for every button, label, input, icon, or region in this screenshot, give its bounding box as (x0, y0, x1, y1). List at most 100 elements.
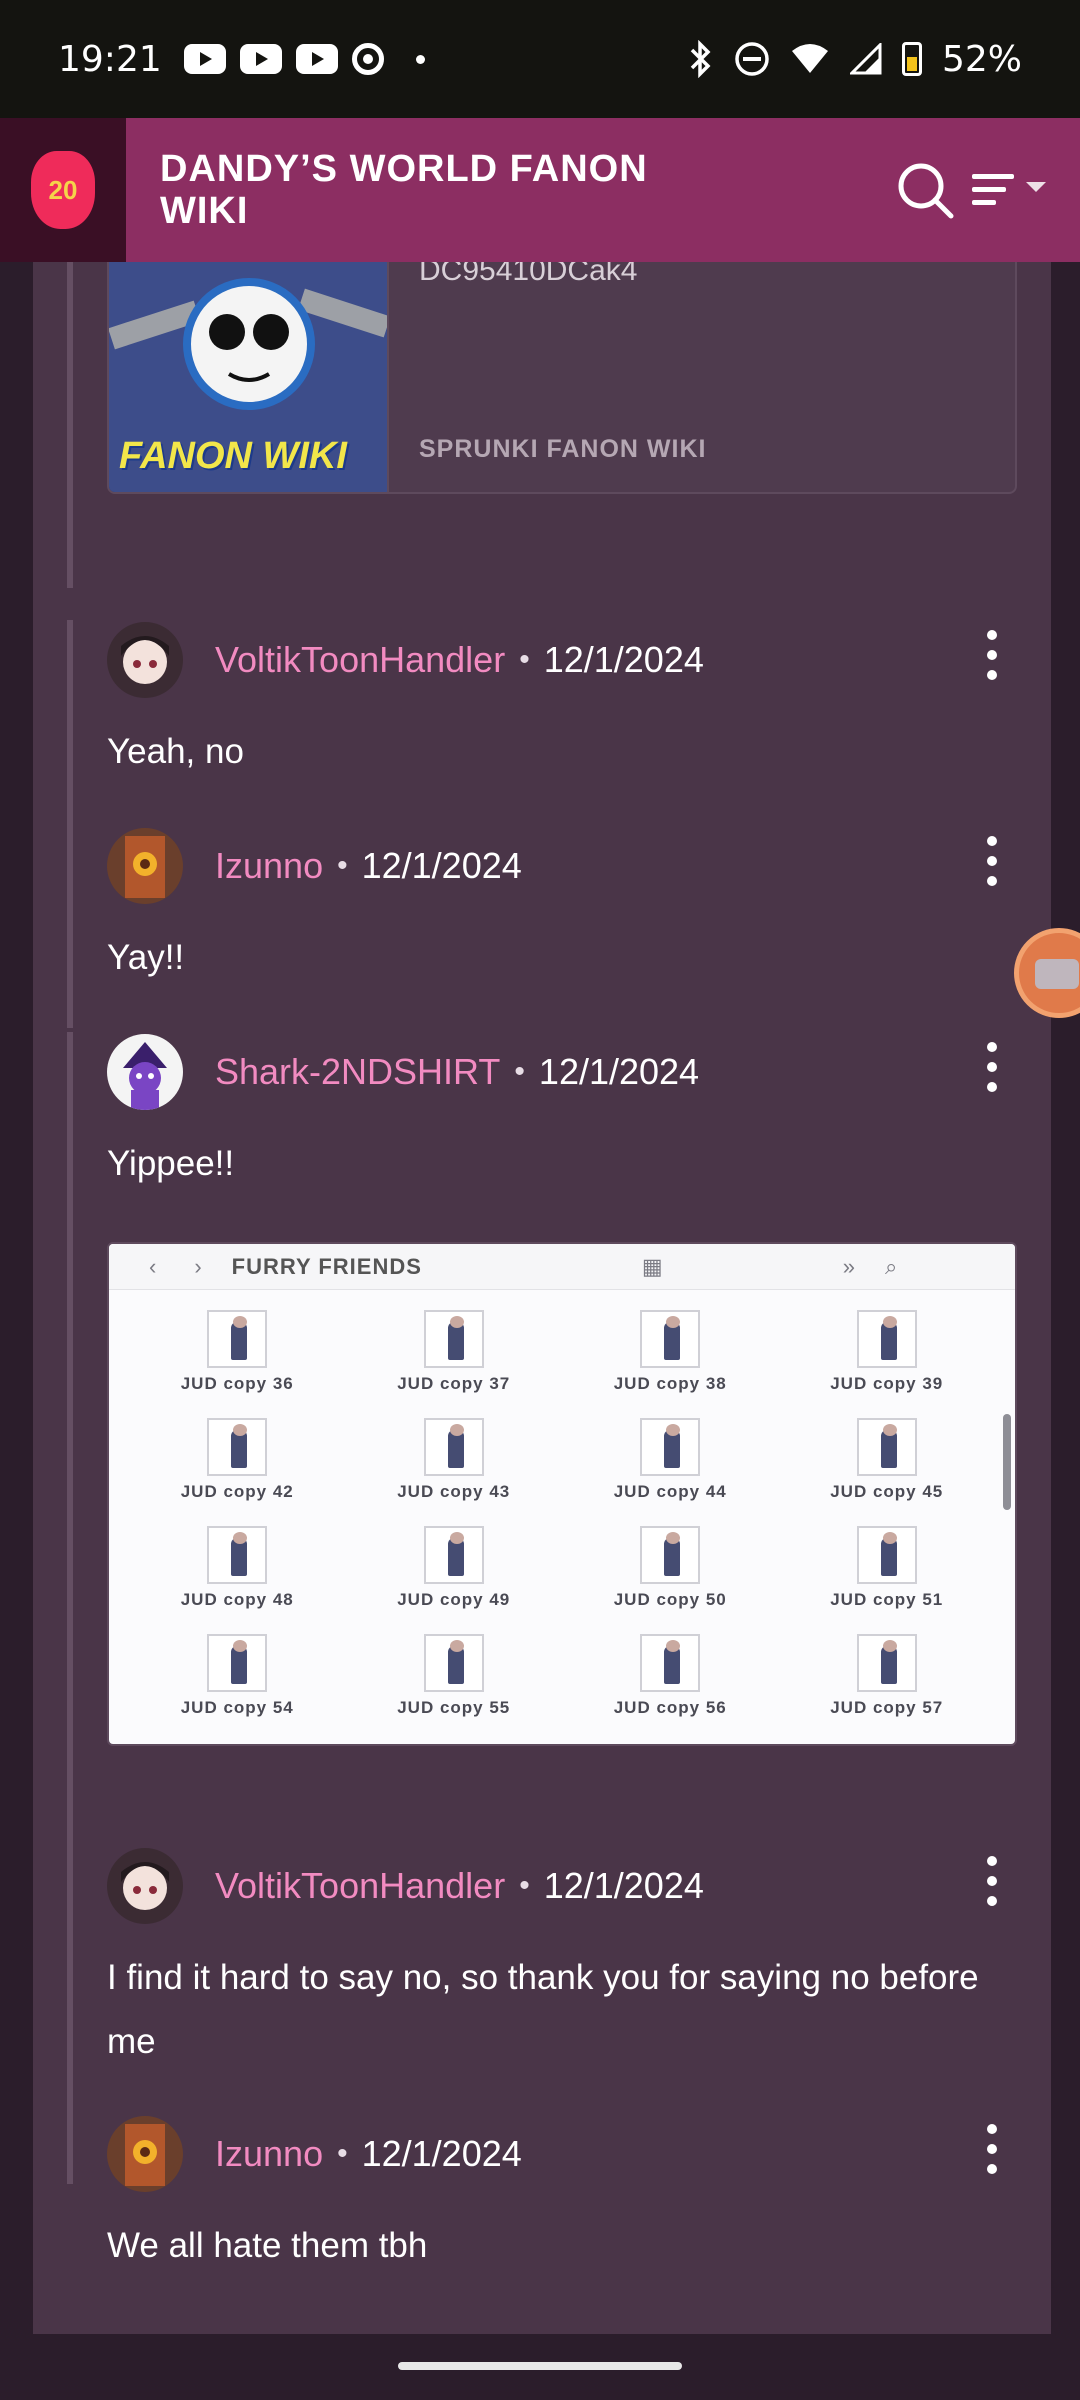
comment-text: Yeah, no (107, 732, 244, 771)
file-thumbnail (207, 1634, 268, 1692)
comment-item: Shark-2NDSHIRT • 12/1/2024 Yippee!! (107, 1032, 1017, 1196)
battery-percent: 52% (941, 38, 1022, 80)
chrome-icon (351, 43, 384, 75)
link-preview-title: DC95410DCak4 (419, 262, 638, 287)
comment-date: 12/1/2024 (361, 2133, 522, 2174)
comment-author[interactable]: Izunno (215, 845, 323, 887)
link-preview-source: SPRUNKI FANON WIKI (419, 435, 707, 463)
file-item: JUD copy 38 (562, 1310, 779, 1418)
link-preview-card[interactable]: FANON WIKI DC95410DCak4 SPRUNKI FANON WI… (107, 262, 1017, 494)
comment-author[interactable]: Izunno (215, 2133, 323, 2175)
more-options-button[interactable] (977, 2124, 1007, 2174)
avatar[interactable] (107, 1034, 183, 1110)
file-name: JUD copy 51 (830, 1590, 944, 1609)
finder-toolbar: ‹ › FURRY FRIENDS ▦ » ⌕ (109, 1244, 1015, 1290)
menu-button[interactable] (960, 155, 1060, 225)
scrollbar (1003, 1414, 1011, 1510)
status-time: 19:21 (58, 38, 162, 80)
file-item: JUD copy 56 (562, 1634, 779, 1742)
more-options-button[interactable] (977, 836, 1007, 886)
file-name: JUD copy 44 (613, 1482, 727, 1501)
gesture-nav-handle[interactable] (398, 2362, 682, 2370)
avatar[interactable] (107, 1848, 183, 1924)
comments-section: FANON WIKI DC95410DCak4 SPRUNKI FANON WI… (33, 262, 1051, 2334)
separator-dot: • (514, 1055, 525, 1088)
wiki-header: 20 DANDY’S WORLD FANON WIKI (0, 118, 1080, 262)
file-item: JUD copy 44 (562, 1418, 779, 1526)
file-thumbnail (856, 1418, 917, 1476)
file-name: JUD copy 54 (180, 1698, 294, 1717)
comment-date: 12/1/2024 (543, 639, 704, 680)
signal-icon (849, 43, 882, 75)
do-not-disturb-icon (735, 42, 769, 76)
status-bar: 19:21 52% (0, 0, 1080, 118)
comment-item: VoltikToonHandler • 12/1/2024 Yeah, no (107, 620, 1017, 784)
comment-text: Yay!! (107, 938, 185, 977)
battery-icon (901, 42, 922, 76)
flame-logo-icon: 20 (31, 151, 95, 229)
thread-line (67, 262, 73, 588)
folder-title: FURRY FRIENDS (231, 1253, 422, 1279)
thumbnail-text: FANON WIKI (119, 435, 347, 477)
fandom-logo[interactable]: 20 (0, 118, 126, 262)
file-grid: JUD copy 36 JUD copy 37 JUD copy 38 JUD cop… (109, 1290, 1015, 1742)
bluetooth-icon (690, 40, 711, 78)
separator-dot: • (337, 2137, 348, 2170)
file-item: JUD copy 55 (346, 1634, 563, 1742)
back-arrow-icon: ‹ (149, 1253, 157, 1279)
forward-arrow-icon: › (194, 1253, 202, 1279)
search-icon: ⌕ (884, 1253, 898, 1279)
avatar[interactable] (107, 622, 183, 698)
wiki-title[interactable]: DANDY’S WORLD FANON WIKI (160, 148, 720, 232)
file-thumbnail (640, 1310, 701, 1368)
file-name: JUD copy 49 (397, 1590, 511, 1609)
search-button[interactable] (890, 155, 960, 225)
avatar[interactable] (107, 2116, 183, 2192)
file-name: JUD copy 57 (830, 1698, 944, 1717)
file-thumbnail (856, 1634, 917, 1692)
file-name: JUD copy 48 (180, 1590, 294, 1609)
comment-header: VoltikToonHandler • 12/1/2024 (107, 1846, 1017, 1926)
comment-author[interactable]: VoltikToonHandler (215, 1865, 505, 1907)
comment-author[interactable]: VoltikToonHandler (215, 639, 505, 681)
separator-dot: • (337, 849, 348, 882)
file-item: JUD copy 39 (779, 1310, 996, 1418)
comment-author[interactable]: Shark-2NDSHIRT (215, 1051, 500, 1093)
comment-text: I find it hard to say no, so thank you f… (107, 1958, 979, 2061)
file-item: JUD copy 57 (779, 1634, 996, 1742)
file-thumbnail (423, 1634, 484, 1692)
more-options-button[interactable] (977, 1856, 1007, 1906)
attached-image[interactable]: ‹ › FURRY FRIENDS ▦ » ⌕ JUD copy 36 JUD c… (107, 1242, 1017, 1746)
search-icon (898, 163, 954, 219)
file-item: JUD copy 43 (346, 1418, 563, 1526)
link-preview-info: DC95410DCak4 SPRUNKI FANON WIKI (389, 262, 1015, 492)
avatar[interactable] (107, 828, 183, 904)
file-thumbnail (207, 1418, 268, 1476)
comment-item: VoltikToonHandler • 12/1/2024 I find it … (107, 1846, 1017, 2074)
comment-item: Izunno • 12/1/2024 Yay!! (107, 826, 1017, 990)
comment-text: Yippee!! (107, 1144, 235, 1183)
comment-item: Izunno • 12/1/2024 We all hate them tbh (107, 2114, 1017, 2278)
file-thumbnail (423, 1310, 484, 1368)
file-name: JUD copy 50 (613, 1590, 727, 1609)
file-thumbnail (640, 1526, 701, 1584)
notification-icons (183, 43, 425, 75)
file-item: JUD copy 36 (129, 1310, 346, 1418)
more-options-button[interactable] (977, 630, 1007, 680)
wifi-icon (791, 44, 828, 73)
comment-date: 12/1/2024 (543, 1865, 704, 1906)
file-thumbnail (207, 1310, 268, 1368)
system-icons: 52% (688, 39, 1022, 80)
more-options-button[interactable] (977, 1042, 1007, 1092)
file-thumbnail (640, 1634, 701, 1692)
file-thumbnail (640, 1418, 701, 1476)
file-name: JUD copy 43 (397, 1482, 511, 1501)
thread-line (67, 1032, 73, 2184)
file-name: JUD copy 42 (180, 1482, 294, 1501)
separator-dot: • (519, 643, 530, 676)
dot-icon (415, 54, 425, 64)
comment-date: 12/1/2024 (538, 1051, 700, 1092)
file-thumbnail (207, 1526, 268, 1584)
youtube-icon (295, 44, 338, 74)
file-thumbnail (856, 1310, 917, 1368)
